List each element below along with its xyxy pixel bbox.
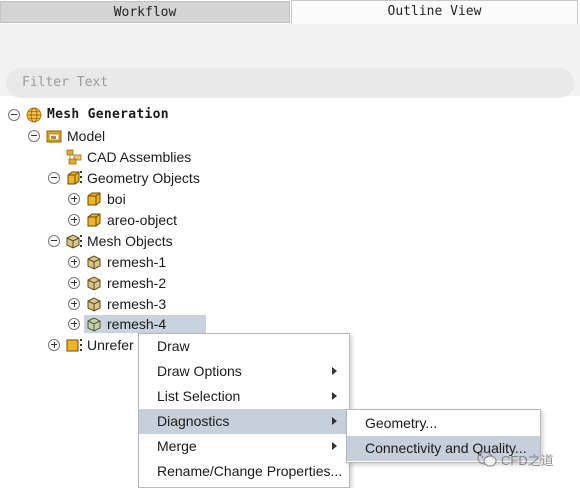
tree-item-remesh-4[interactable]: remesh-4 [68,313,207,334]
tree-label: Mesh Objects [87,232,173,249]
expand-toggle-icon[interactable] [68,192,80,205]
filter-text-input[interactable]: Filter Text [6,68,574,98]
mesh-cube-icon [87,275,101,291]
menu-item-label: Merge [157,438,197,454]
watermark-text: CFD之道 [501,452,554,468]
geometry-cube-icon [87,192,101,205]
submenu-arrow-icon [332,442,337,450]
tree-label: Unrefer [87,336,134,353]
tree-item-model[interactable]: Model [28,125,105,146]
tree-item-mesh-objects[interactable]: Mesh Objects [48,230,173,251]
menu-item-label: Diagnostics [157,413,230,429]
tree-item-geometry-objects[interactable]: Geometry Objects [48,167,200,188]
tree-label: areo-object [107,211,178,228]
context-menu: Draw Draw Options List Selection Diagnos… [138,333,350,488]
collapse-toggle-icon[interactable] [48,171,60,184]
tree-item-mesh-generation[interactable]: Mesh Generation [8,104,169,125]
tree-item-areo-object[interactable]: areo-object [68,209,177,230]
expand-toggle-icon[interactable] [48,338,60,351]
menu-item-diagnostics[interactable]: Diagnostics [139,409,349,434]
tree-label: Mesh Generation [47,107,169,122]
expand-toggle-icon[interactable] [68,276,80,289]
geometry-cube-icon [87,213,101,226]
menu-item-rename-change-properties[interactable]: Rename/Change Properties... [139,459,349,484]
selection-highlight: remesh-4 [84,314,207,333]
submenu-arrow-icon [332,367,337,375]
geometry-objects-icon [67,170,82,184]
cad-assemblies-icon [66,149,82,164]
tab-workflow[interactable]: Workflow [0,1,290,23]
menu-item-draw[interactable]: Draw [139,334,349,359]
tree-label: remesh-1 [107,253,167,270]
menu-item-list-selection[interactable]: List Selection [139,384,349,409]
menu-item-label: Draw Options [157,363,242,379]
tree-label: Geometry Objects [87,169,200,186]
tree-label: Model [67,127,106,144]
expand-toggle-icon[interactable] [68,213,80,226]
tree-item-unreferenced[interactable]: Unrefer [48,334,134,355]
collapse-toggle-icon[interactable] [8,108,20,121]
tree-label: remesh-3 [107,295,167,312]
menu-item-merge[interactable]: Merge [139,434,349,459]
tree-label: remesh-4 [107,315,167,332]
collapse-toggle-icon[interactable] [48,234,60,247]
menu-item-geometry[interactable]: Geometry... [347,411,540,436]
tree-item-remesh-2[interactable]: remesh-2 [68,272,166,293]
expand-toggle-icon[interactable] [68,297,80,310]
menu-item-label: List Selection [157,388,241,404]
tab-bar: Workflow Outline View [0,0,580,24]
globe-icon [26,107,42,122]
tab-outline-view[interactable]: Outline View [291,0,578,24]
watermark: CFD之道 [477,447,554,471]
mesh-cube-icon [87,254,101,270]
expand-toggle-icon[interactable] [68,255,80,268]
menu-item-draw-options[interactable]: Draw Options [139,359,349,384]
wechat-icon [477,451,497,467]
tree-item-boi[interactable]: boi [68,188,126,209]
tree-item-remesh-1[interactable]: remesh-1 [68,251,166,272]
tree-label: boi [107,190,126,207]
tree-label: remesh-2 [107,274,167,291]
mesh-cube-icon [87,316,101,332]
tree-item-remesh-3[interactable]: remesh-3 [68,293,166,314]
tree-item-cad-assemblies[interactable]: CAD Assemblies [66,146,191,167]
model-folder-icon [46,130,62,142]
mesh-objects-icon [66,233,82,249]
collapse-toggle-icon[interactable] [28,129,40,142]
mesh-cube-icon [87,296,101,312]
expand-toggle-icon[interactable] [68,317,80,330]
submenu-arrow-icon [332,392,337,400]
submenu-arrow-icon [332,417,337,425]
tree-label: CAD Assemblies [87,148,192,165]
unreferenced-icon [66,338,82,351]
